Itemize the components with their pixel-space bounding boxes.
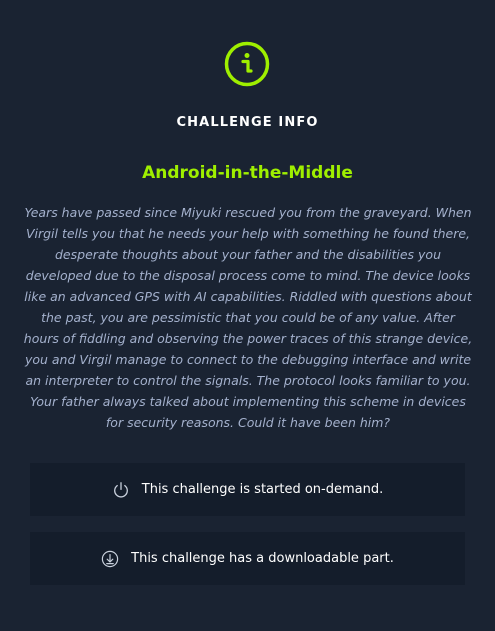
modal-heading: CHALLENGE INFO — [176, 115, 319, 130]
download-icon — [101, 550, 119, 567]
challenge-info-modal: CHALLENGE INFO Android-in-the-Middle Yea… — [0, 0, 495, 631]
challenge-title: Android-in-the-Middle — [142, 163, 353, 183]
on-demand-notice-text: This challenge is started on-demand. — [141, 482, 384, 497]
on-demand-notice: This challenge is started on-demand. — [30, 463, 465, 516]
info-circle-icon — [224, 41, 270, 87]
power-icon — [113, 481, 128, 498]
downloadable-notice: This challenge has a downloadable part. — [30, 532, 465, 585]
challenge-description: Years have passed since Miyuki rescued y… — [23, 205, 473, 430]
downloadable-notice-text: This challenge has a downloadable part. — [131, 551, 394, 566]
